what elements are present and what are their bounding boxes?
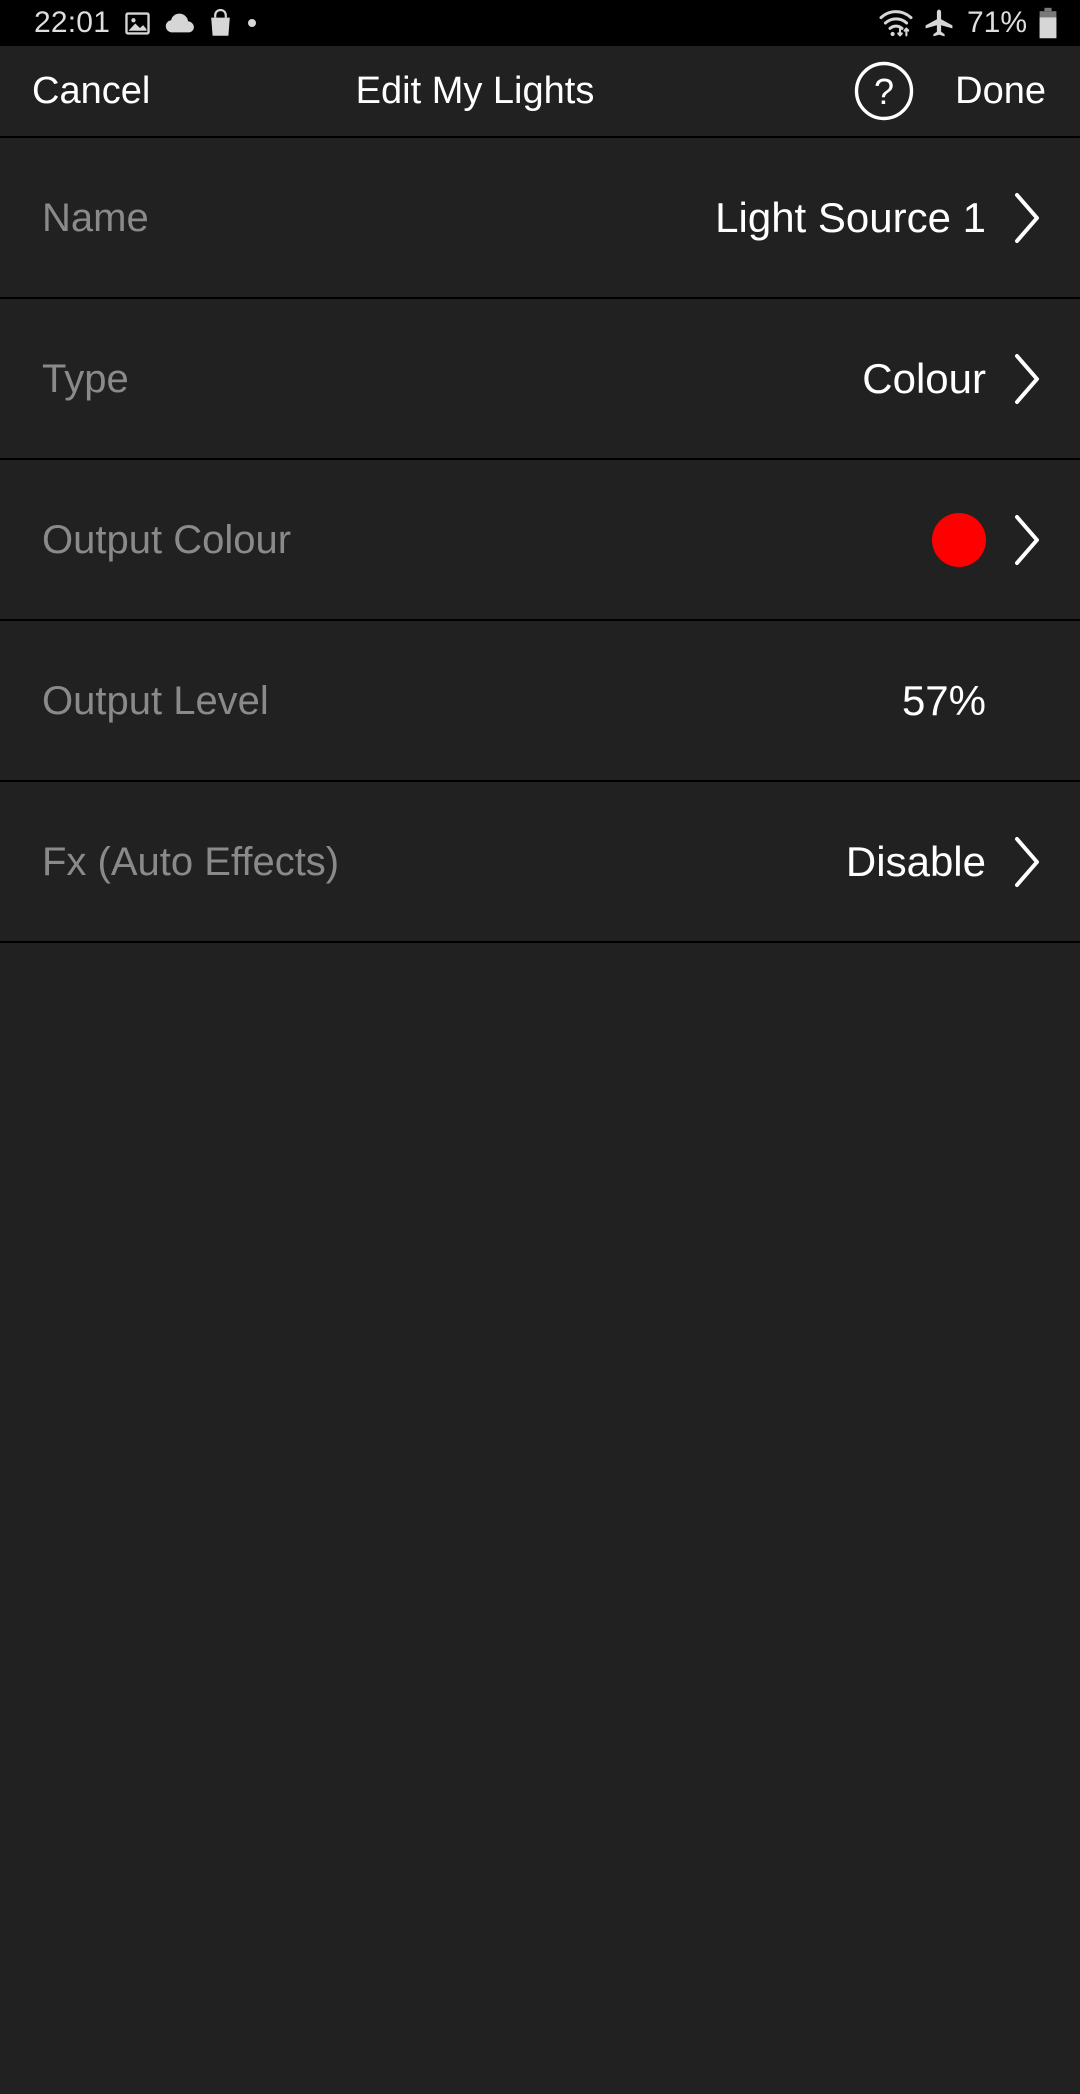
row-label: Fx (Auto Effects) bbox=[42, 839, 340, 884]
row-value-group: Disable bbox=[846, 835, 1042, 889]
row-output-level[interactable]: Output Level 57% bbox=[0, 621, 1080, 782]
help-circle-icon[interactable]: ? bbox=[853, 60, 915, 122]
row-value-group: Light Source 1 bbox=[715, 191, 1042, 245]
row-label: Type bbox=[42, 356, 129, 401]
dot-icon bbox=[246, 17, 258, 29]
row-fx-auto-effects[interactable]: Fx (Auto Effects) Disable bbox=[0, 782, 1080, 943]
status-bar-right: 71% bbox=[879, 6, 1058, 40]
row-type[interactable]: Type Colour bbox=[0, 299, 1080, 460]
chevron-right-icon bbox=[1012, 191, 1042, 245]
cloud-icon bbox=[165, 12, 195, 34]
row-value: Light Source 1 bbox=[715, 193, 986, 241]
row-label: Name bbox=[42, 195, 149, 240]
airplane-mode-icon bbox=[924, 8, 954, 38]
done-button[interactable]: Done bbox=[955, 72, 1046, 110]
colour-swatch bbox=[932, 512, 986, 567]
status-clock: 22:01 bbox=[34, 6, 111, 39]
shopping-bag-icon bbox=[209, 9, 232, 37]
row-name[interactable]: Name Light Source 1 bbox=[0, 138, 1080, 299]
page-title: Edit My Lights bbox=[355, 70, 595, 112]
chevron-right-icon bbox=[1012, 513, 1042, 567]
settings-list: Name Light Source 1 Type Colour Output C… bbox=[0, 138, 1080, 943]
status-bar-left: 22:01 bbox=[34, 6, 258, 40]
row-label: Output Colour bbox=[42, 517, 292, 562]
row-value-group: 57% bbox=[901, 676, 1042, 724]
image-icon bbox=[124, 10, 151, 37]
row-value: Disable bbox=[845, 837, 986, 885]
row-value: Colour bbox=[862, 354, 986, 402]
row-value-group: Colour bbox=[862, 352, 1042, 406]
wifi-icon bbox=[879, 8, 913, 38]
chevron-right-icon bbox=[1012, 835, 1042, 889]
status-bar: 22:01 71% bbox=[0, 0, 1080, 46]
chevron-right-icon bbox=[1012, 352, 1042, 406]
row-value: 57% bbox=[901, 676, 986, 724]
battery-icon bbox=[1038, 7, 1058, 39]
row-output-colour[interactable]: Output Colour bbox=[0, 460, 1080, 621]
svg-text:?: ? bbox=[874, 71, 894, 112]
row-value-group bbox=[932, 512, 1042, 567]
row-label: Output Level bbox=[42, 678, 269, 723]
battery-percent-label: 71% bbox=[966, 6, 1027, 39]
navigation-bar: Cancel Edit My Lights ? Done bbox=[0, 46, 1080, 138]
